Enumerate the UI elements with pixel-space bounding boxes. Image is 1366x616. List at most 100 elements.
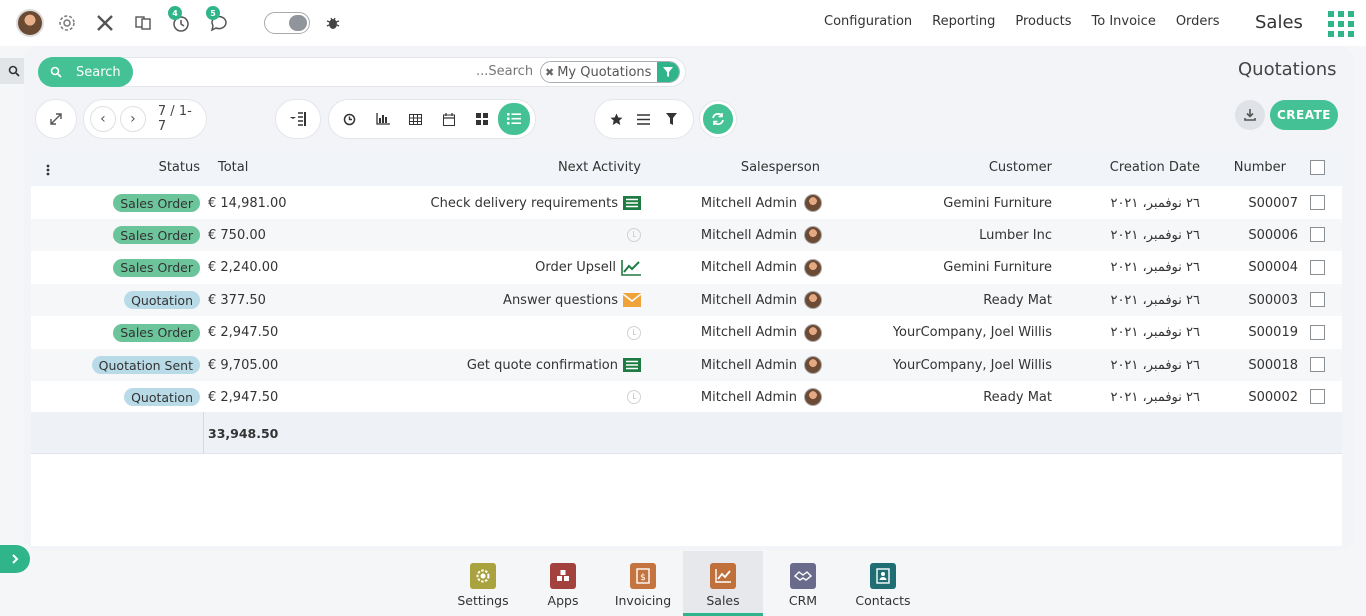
header-status[interactable]: Status bbox=[159, 160, 200, 175]
graph-view-icon[interactable] bbox=[366, 104, 399, 134]
total-cell: € 2,240.00 bbox=[208, 260, 279, 276]
total-cell: € 9,705.00 bbox=[208, 357, 279, 373]
row-checkbox[interactable] bbox=[1310, 227, 1325, 243]
pager-previous-button[interactable]: ‹ bbox=[90, 106, 116, 132]
apps-app-icon bbox=[550, 563, 576, 589]
clock-icon[interactable] bbox=[627, 228, 641, 243]
top-navbar: 4 5 Configuration Reporting Products To … bbox=[0, 0, 1366, 46]
download-icon bbox=[1244, 109, 1256, 121]
dock-item-settings[interactable]: Settings bbox=[443, 551, 523, 616]
group-by-icon[interactable] bbox=[630, 104, 657, 134]
theme-toggle[interactable] bbox=[264, 12, 310, 34]
refresh-button[interactable] bbox=[700, 101, 736, 137]
pager-next-button[interactable]: › bbox=[119, 106, 146, 132]
next-activity-cell[interactable] bbox=[622, 381, 641, 413]
list-icon[interactable] bbox=[623, 358, 641, 372]
expand-sidebar-button[interactable] bbox=[0, 545, 30, 573]
next-activity-cell[interactable]: Answer questions bbox=[503, 284, 641, 316]
apps-grid-icon[interactable] bbox=[1328, 11, 1354, 37]
clock-icon[interactable] bbox=[627, 325, 641, 340]
pivot-view-icon[interactable] bbox=[399, 104, 432, 134]
expand-icon bbox=[50, 113, 62, 125]
tools-icon[interactable] bbox=[90, 8, 120, 38]
row-checkbox[interactable] bbox=[1310, 195, 1325, 210]
table-row[interactable]: Quotation Sent € 9,705.00 Get quote conf… bbox=[31, 349, 1342, 381]
next-activity-cell[interactable] bbox=[622, 219, 641, 251]
message-count-badge: 5 bbox=[206, 6, 220, 20]
filter-icon bbox=[657, 62, 680, 82]
salesperson-cell: Mitchell Admin bbox=[701, 187, 822, 219]
next-activity-cell[interactable] bbox=[622, 317, 641, 349]
clock-icon[interactable] bbox=[627, 390, 641, 405]
activity-view-icon[interactable] bbox=[333, 104, 366, 134]
bug-icon[interactable] bbox=[318, 8, 348, 38]
status-cell: Sales Order bbox=[113, 252, 200, 284]
table-row[interactable]: Sales Order € 750.00 Mitchell Admin Lumb… bbox=[31, 219, 1342, 252]
language-icon[interactable] bbox=[128, 8, 158, 38]
calendar-view-icon[interactable] bbox=[432, 104, 465, 134]
dock-item-label: Settings bbox=[457, 593, 509, 608]
download-button[interactable] bbox=[1235, 100, 1265, 130]
header-customer[interactable]: Customer bbox=[989, 160, 1052, 175]
row-checkbox[interactable] bbox=[1310, 357, 1325, 372]
row-checkbox[interactable] bbox=[1310, 259, 1325, 275]
search-button[interactable]: Search bbox=[38, 57, 133, 87]
svg-text:$: $ bbox=[640, 573, 646, 583]
salesperson-name: Mitchell Admin bbox=[700, 389, 797, 405]
create-button[interactable]: CREATE bbox=[1270, 100, 1338, 130]
avatar bbox=[804, 226, 822, 245]
table-row[interactable]: Sales Order € 2,947.50 Mitchell Admin Yo… bbox=[31, 317, 1342, 349]
pager-value[interactable]: 7 / 1-7 bbox=[158, 104, 200, 134]
dock-item-sales[interactable]: Sales bbox=[683, 551, 763, 616]
gear-icon[interactable] bbox=[52, 8, 82, 38]
number-cell: S00018 bbox=[1248, 357, 1298, 373]
table-row[interactable]: Quotation € 2,947.50 Mitchell Admin Read… bbox=[31, 381, 1342, 413]
row-checkbox[interactable] bbox=[1310, 292, 1325, 308]
creation-date-cell: ٢٦ نوفمبر، ٢٠٢١ bbox=[1110, 227, 1200, 243]
dock-item-crm[interactable]: CRM bbox=[763, 551, 843, 616]
remove-facet-icon[interactable]: ✖ bbox=[545, 66, 554, 79]
menu-products[interactable]: Products bbox=[1015, 14, 1071, 29]
header-next-activity[interactable]: Next Activity bbox=[558, 160, 641, 175]
user-avatar[interactable] bbox=[16, 9, 44, 37]
dock-item-apps[interactable]: Apps bbox=[523, 551, 603, 616]
header-total[interactable]: Total bbox=[218, 160, 248, 175]
header-creation-date[interactable]: Creation Date bbox=[1110, 160, 1200, 175]
messages-icon[interactable]: 5 bbox=[204, 6, 234, 38]
table-row[interactable]: Quotation € 377.50 Answer questions Mitc… bbox=[31, 284, 1342, 317]
toggle-knob bbox=[289, 15, 307, 31]
customer-cell: YourCompany, Joel Willis bbox=[892, 357, 1052, 373]
fullscreen-button[interactable] bbox=[35, 99, 77, 139]
filter-facet[interactable]: ✖ My Quotations bbox=[540, 61, 681, 83]
avatar bbox=[804, 388, 822, 407]
activity-clock-icon[interactable]: 4 bbox=[166, 6, 196, 38]
menu-reporting[interactable]: Reporting bbox=[932, 14, 995, 29]
favorites-star-icon[interactable] bbox=[603, 104, 630, 134]
status-badge: Sales Order bbox=[113, 258, 200, 277]
kanban-view-icon[interactable] bbox=[465, 104, 498, 134]
table-row[interactable]: Sales Order € 14,981.00 Check delivery r… bbox=[31, 187, 1342, 219]
header-salesperson[interactable]: Salesperson bbox=[741, 160, 820, 175]
row-checkbox[interactable] bbox=[1310, 389, 1325, 405]
filter-funnel-icon[interactable] bbox=[658, 104, 685, 134]
next-activity-cell[interactable]: Check delivery requirements bbox=[431, 187, 641, 219]
chart-icon[interactable] bbox=[621, 259, 641, 276]
toggle-panel-button[interactable] bbox=[275, 99, 321, 139]
next-activity-cell[interactable]: Order Upsell bbox=[535, 252, 641, 284]
dock-item-invoicing[interactable]: $ Invoicing bbox=[603, 551, 683, 616]
creation-date-cell: ٢٦ نوفمبر، ٢٠٢١ bbox=[1110, 195, 1200, 211]
menu-configuration[interactable]: Configuration bbox=[824, 14, 912, 29]
column-options-icon[interactable] bbox=[46, 163, 50, 181]
envelope-icon[interactable] bbox=[623, 293, 641, 308]
row-checkbox[interactable] bbox=[1310, 324, 1325, 340]
next-activity-cell[interactable]: Get quote confirmation bbox=[467, 349, 641, 381]
number-cell: S00004 bbox=[1248, 260, 1298, 276]
menu-orders[interactable]: Orders bbox=[1176, 14, 1220, 29]
list-icon[interactable] bbox=[623, 196, 641, 210]
list-view-icon[interactable] bbox=[498, 103, 530, 135]
menu-to-invoice[interactable]: To Invoice bbox=[1092, 14, 1156, 29]
select-all-checkbox[interactable] bbox=[1310, 160, 1325, 175]
table-row[interactable]: Sales Order € 2,240.00 Order Upsell Mitc… bbox=[31, 252, 1342, 284]
dock-item-contacts[interactable]: Contacts bbox=[843, 551, 923, 616]
header-number[interactable]: Number bbox=[1234, 160, 1286, 175]
